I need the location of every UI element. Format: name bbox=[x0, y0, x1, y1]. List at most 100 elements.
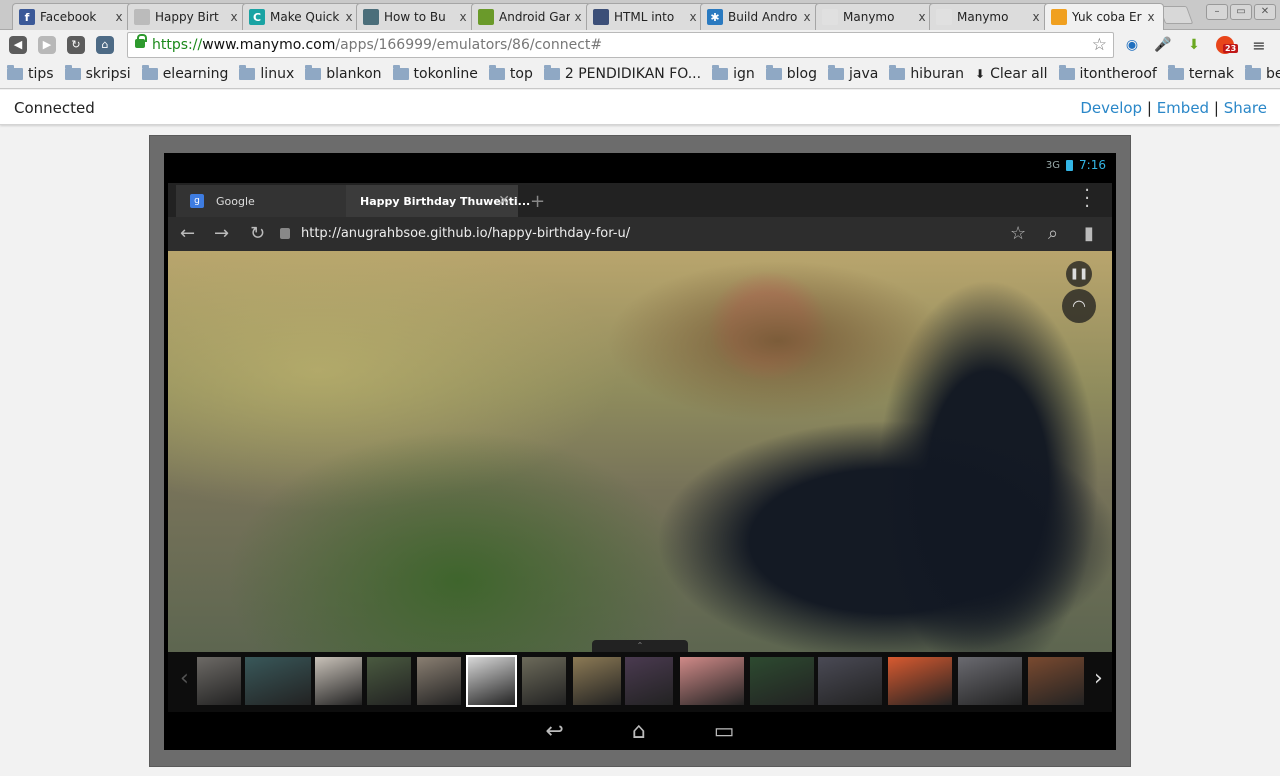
back-icon[interactable]: ◀ bbox=[9, 36, 27, 54]
expand-handle-icon[interactable]: ⌃ bbox=[592, 640, 688, 652]
extension-icon[interactable]: ◉ bbox=[1122, 35, 1142, 55]
bookmark-item[interactable]: ternak bbox=[1167, 65, 1234, 82]
close-tab-icon[interactable]: x bbox=[1143, 10, 1159, 24]
photo-thumbnail[interactable] bbox=[466, 655, 517, 707]
android-tab-google[interactable]: g Google bbox=[176, 185, 346, 217]
nav-back-icon[interactable]: ↩ bbox=[545, 719, 563, 744]
build-gear-icon: ✱ bbox=[707, 9, 723, 25]
tab-title: Make Quick bbox=[270, 10, 340, 24]
close-tab-icon[interactable]: x bbox=[570, 10, 586, 24]
close-tab-icon[interactable]: x bbox=[1028, 10, 1044, 24]
bookmark-item[interactable]: elearning bbox=[141, 65, 229, 82]
bookmark-item[interactable]: ign bbox=[712, 65, 755, 82]
folder-icon bbox=[239, 65, 256, 80]
photo-thumbnail[interactable] bbox=[197, 657, 241, 705]
photo-thumbnail[interactable] bbox=[958, 657, 1022, 705]
close-tab-icon[interactable]: x bbox=[685, 10, 701, 24]
reload-icon[interactable]: ↻ bbox=[67, 36, 85, 54]
bookmark-item[interactable]: skripsi bbox=[64, 65, 131, 82]
close-tab-icon[interactable]: x bbox=[341, 10, 357, 24]
home-icon[interactable]: ⌂ bbox=[96, 36, 114, 54]
android-forward-icon[interactable]: → bbox=[214, 223, 229, 244]
bookmark-item[interactable]: linux bbox=[239, 65, 294, 82]
android-back-icon[interactable]: ← bbox=[180, 223, 195, 244]
status-clock: 7:16 bbox=[1079, 158, 1106, 172]
nav-home-icon[interactable]: ⌂ bbox=[632, 719, 646, 744]
photo-thumbnail[interactable] bbox=[573, 657, 621, 705]
folder-icon bbox=[543, 65, 560, 80]
photo-thumbnail[interactable] bbox=[888, 657, 952, 705]
android-new-tab-icon[interactable]: + bbox=[530, 191, 545, 212]
bookmark-item[interactable]: bea bbox=[1245, 65, 1280, 82]
close-tab-icon[interactable]: x bbox=[455, 10, 471, 24]
tab-title: Android Gar bbox=[499, 10, 570, 24]
photo-thumbnail[interactable] bbox=[367, 657, 411, 705]
bookmark-item[interactable]: hiburan bbox=[889, 65, 964, 82]
photo-thumbnail[interactable] bbox=[680, 657, 744, 705]
android-bookmarks-icon[interactable]: ▮ bbox=[1084, 223, 1094, 244]
android-search-icon[interactable]: ⌕ bbox=[1048, 223, 1058, 244]
close-tab-icon[interactable]: x bbox=[914, 10, 930, 24]
download-arrow-icon[interactable]: ⬇ bbox=[1184, 35, 1204, 55]
bookmark-item[interactable]: tips bbox=[7, 65, 54, 82]
close-tab-icon[interactable]: ✕ bbox=[498, 193, 510, 209]
bookmark-item[interactable]: java bbox=[827, 65, 878, 82]
develop-link[interactable]: Develop bbox=[1080, 99, 1142, 117]
photo-thumbnail[interactable] bbox=[750, 657, 814, 705]
embed-link[interactable]: Embed bbox=[1157, 99, 1209, 117]
headphones-icon[interactable]: ◠ bbox=[1062, 289, 1096, 323]
photo-thumbnail[interactable] bbox=[522, 657, 566, 705]
photo-thumbnail[interactable] bbox=[818, 657, 882, 705]
bookmark-item[interactable]: ⬇ Clear all bbox=[975, 66, 1047, 82]
bookmark-item[interactable]: blankon bbox=[305, 65, 382, 82]
browser-tab[interactable]: f Facebook x bbox=[12, 3, 132, 30]
menu-icon[interactable]: ≡ bbox=[1249, 35, 1269, 55]
browser-tab[interactable]: Manymo x bbox=[815, 3, 935, 30]
close-tab-icon[interactable]: x bbox=[226, 10, 242, 24]
forward-icon[interactable]: ▶ bbox=[38, 36, 56, 54]
thumb-prev-icon[interactable]: ‹ bbox=[180, 666, 189, 691]
pause-icon[interactable]: ❚❚ bbox=[1066, 261, 1092, 287]
photo-thumbnail[interactable] bbox=[417, 657, 461, 705]
android-url[interactable]: http://anugrahbsoe.github.io/happy-birth… bbox=[301, 226, 630, 241]
bookmark-label: skripsi bbox=[85, 66, 131, 82]
bookmark-item[interactable]: blog bbox=[765, 65, 817, 82]
close-tab-icon[interactable]: x bbox=[799, 10, 815, 24]
photo-thumbnail[interactable] bbox=[625, 657, 673, 705]
share-link[interactable]: Share bbox=[1224, 99, 1267, 117]
bookmark-label: elearning bbox=[162, 66, 229, 82]
thumb-next-icon[interactable]: › bbox=[1094, 666, 1103, 691]
emulator-screen[interactable]: 3G 7:16 g Google Happy Birthday Thuwenti… bbox=[164, 153, 1116, 750]
bookmark-label: Clear all bbox=[990, 66, 1048, 82]
bookmark-label: blog bbox=[786, 66, 817, 82]
browser-tab[interactable]: ✱ Build Andro x bbox=[700, 3, 820, 30]
browser-tab[interactable]: C Make Quick x bbox=[242, 3, 362, 30]
notification-icon[interactable]: 23 bbox=[1215, 35, 1239, 55]
browser-tab[interactable]: Manymo x bbox=[929, 3, 1049, 30]
bookmark-item[interactable]: top bbox=[488, 65, 533, 82]
url-path: /apps/166999/emulators/86/connect# bbox=[335, 37, 603, 53]
browser-tab[interactable]: HTML into x bbox=[586, 3, 706, 30]
browser-tab[interactable]: Yuk coba Er x bbox=[1044, 3, 1164, 30]
android-tab-current[interactable]: Happy Birthday Thuwenti... ✕ bbox=[346, 185, 530, 217]
browser-tab[interactable]: Android Gar x bbox=[471, 3, 591, 30]
bookmark-item[interactable]: tokonline bbox=[392, 65, 478, 82]
android-overflow-menu-icon[interactable]: · · · bbox=[1084, 182, 1090, 216]
close-window-button[interactable]: ✕ bbox=[1254, 4, 1276, 20]
browser-tab[interactable]: Happy Birt x bbox=[127, 3, 247, 30]
minimize-button[interactable]: – bbox=[1206, 4, 1228, 20]
android-reload-icon[interactable]: ↻ bbox=[250, 223, 265, 244]
browser-tab[interactable]: How to Bu x bbox=[356, 3, 476, 30]
bookmark-item[interactable]: itontheroof bbox=[1058, 65, 1157, 82]
microphone-icon[interactable]: 🎤 bbox=[1153, 35, 1173, 55]
close-tab-icon[interactable]: x bbox=[111, 10, 127, 24]
nav-recents-icon[interactable]: ▭ bbox=[714, 719, 735, 744]
photo-thumbnail[interactable] bbox=[1028, 657, 1084, 705]
android-star-icon[interactable]: ☆ bbox=[1010, 223, 1026, 244]
bookmark-item[interactable]: 2 PENDIDIKAN FO... bbox=[543, 65, 701, 82]
address-bar[interactable]: https://www.manymo.com/apps/166999/emula… bbox=[127, 32, 1114, 58]
bookmark-star-icon[interactable]: ☆ bbox=[1092, 33, 1107, 57]
photo-thumbnail[interactable] bbox=[315, 657, 362, 705]
restore-button[interactable]: ▭ bbox=[1230, 4, 1252, 20]
photo-thumbnail[interactable] bbox=[245, 657, 311, 705]
